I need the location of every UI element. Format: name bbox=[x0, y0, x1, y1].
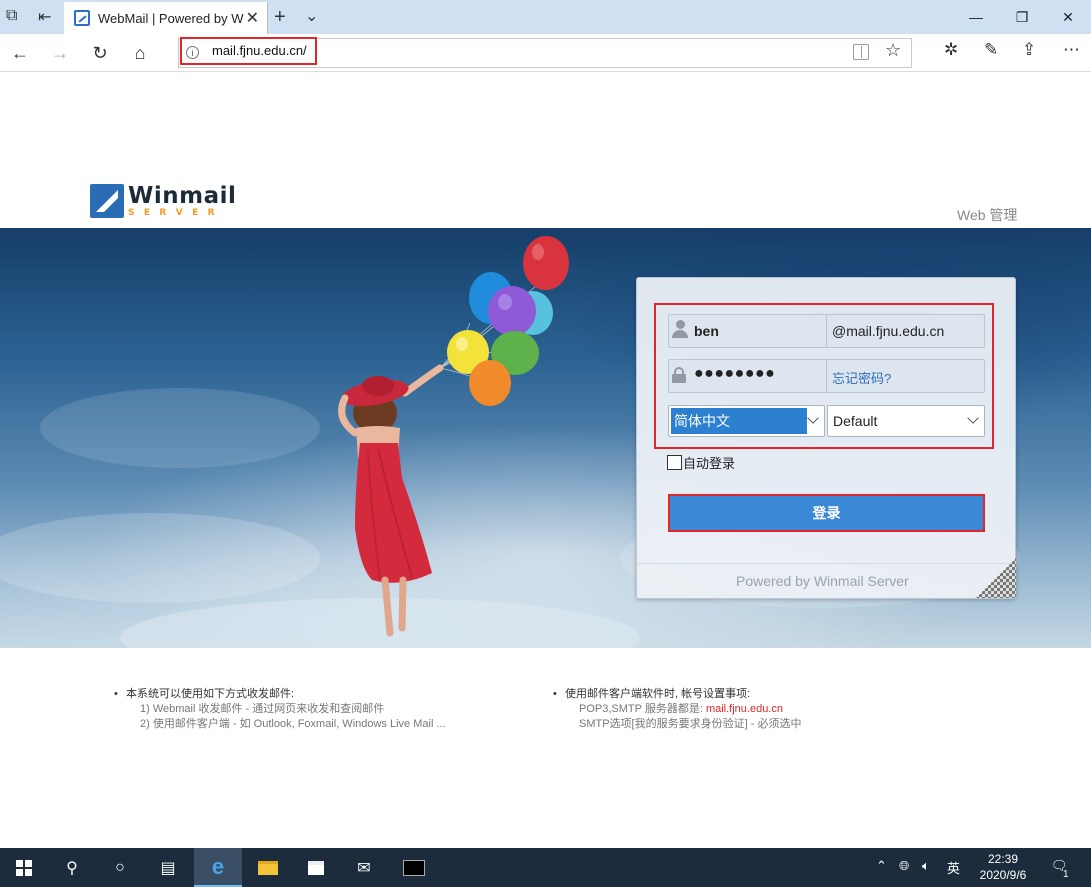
favorites-list-icon[interactable]: ✲ bbox=[944, 40, 958, 60]
clock-date: 2020/9/6 bbox=[979, 868, 1027, 882]
info-left-line2: 2) 使用邮件客户端 - 如 Outlook, Foxmail, Windows… bbox=[140, 718, 446, 730]
close-tab-icon[interactable]: ✕ bbox=[246, 8, 259, 28]
reading-view-icon[interactable] bbox=[853, 44, 869, 60]
logo-subword: SERVER bbox=[128, 207, 225, 218]
browser-tab[interactable]: WebMail | Powered by W ✕ bbox=[64, 2, 268, 34]
system-clock[interactable]: 22:39 2020/9/6 bbox=[975, 851, 1031, 883]
store-icon[interactable] bbox=[292, 848, 340, 887]
file-explorer-icon[interactable] bbox=[244, 848, 292, 887]
info-right-line1-prefix: POP3,SMTP 服务器都是: bbox=[579, 703, 706, 715]
info-left-line1: 1) Webmail 收发邮件 - 通过网页来收发和查阅邮件 bbox=[140, 703, 385, 715]
refresh-icon[interactable]: ↻ bbox=[88, 41, 112, 65]
close-window-icon[interactable]: ✕ bbox=[1045, 4, 1091, 30]
auto-login-checkbox[interactable] bbox=[667, 455, 682, 470]
tab-list-chevron-icon[interactable]: ⌄ bbox=[305, 6, 318, 26]
search-icon[interactable]: ⚲ bbox=[48, 848, 96, 887]
forward-icon[interactable]: → bbox=[48, 41, 72, 65]
favorite-star-icon[interactable]: ☆ bbox=[885, 40, 901, 61]
pen-notes-icon[interactable]: ✎ bbox=[984, 40, 998, 60]
notification-count: 1 bbox=[1063, 869, 1069, 880]
network-globe-icon[interactable]: 🌐︎ bbox=[899, 858, 909, 874]
site-info-icon[interactable]: i bbox=[186, 46, 199, 59]
logo-word: Winmail bbox=[128, 182, 237, 209]
winmail-logo-mark-icon bbox=[90, 184, 124, 218]
web-admin-link[interactable]: Web 管理 bbox=[957, 205, 1017, 225]
new-tab-icon[interactable]: + bbox=[274, 6, 286, 29]
info-left-title: 本系统可以使用如下方式收发邮件: bbox=[114, 687, 446, 702]
winmail-logo: Winmail SERVER bbox=[90, 183, 236, 219]
windows-start-icon[interactable] bbox=[0, 848, 48, 887]
show-hidden-icons-chevron-icon[interactable]: ⌃ bbox=[876, 858, 887, 874]
tab-preview-icon[interactable]: ⧉ bbox=[6, 7, 17, 25]
cortana-icon[interactable]: ○ bbox=[96, 848, 144, 887]
ime-indicator[interactable]: 英 bbox=[947, 858, 960, 877]
tab-title: WebMail | Powered by W bbox=[98, 10, 244, 26]
clock-time: 22:39 bbox=[987, 852, 1019, 866]
volume-icon[interactable]: 🔈︎ bbox=[922, 858, 930, 874]
info-right-title: 使用邮件客户端软件时, 帐号设置事项: bbox=[553, 687, 801, 702]
login-button[interactable]: 登录 bbox=[668, 494, 985, 532]
info-right-line2: SMTP选项[我的服务要求身份验证] - 必须选中 bbox=[579, 718, 802, 730]
edge-browser-icon[interactable]: e bbox=[194, 848, 242, 887]
card-divider bbox=[637, 563, 1015, 564]
share-icon[interactable]: ⇪ bbox=[1022, 40, 1036, 60]
webmail-favicon-icon bbox=[74, 10, 90, 26]
powered-by-text: Powered by Winmail Server bbox=[736, 573, 909, 589]
info-webmail: 本系统可以使用如下方式收发邮件: 1) Webmail 收发邮件 - 通过网页来… bbox=[114, 687, 446, 732]
info-right-server: mail.fjnu.edu.cn bbox=[705, 703, 783, 715]
info-client-settings: 使用邮件客户端软件时, 帐号设置事项: POP3,SMTP 服务器都是: mai… bbox=[553, 687, 801, 732]
set-aside-tabs-icon[interactable]: ⇤ bbox=[38, 7, 51, 27]
auto-login-label[interactable]: 自动登录 bbox=[683, 453, 735, 472]
mail-icon[interactable]: ✉ bbox=[340, 848, 388, 887]
back-icon[interactable]: ← bbox=[8, 41, 32, 65]
task-view-icon[interactable]: ▤ bbox=[144, 848, 192, 887]
minimize-icon[interactable]: — bbox=[953, 4, 999, 30]
command-prompt-icon[interactable] bbox=[390, 848, 438, 887]
maximize-icon[interactable]: ❐ bbox=[999, 4, 1045, 30]
more-menu-icon[interactable]: ⋯ bbox=[1063, 40, 1080, 60]
home-icon[interactable]: ⌂ bbox=[128, 41, 152, 65]
credentials-highlight-box bbox=[654, 303, 994, 449]
url-text[interactable]: mail.fjnu.edu.cn/ bbox=[212, 43, 307, 58]
